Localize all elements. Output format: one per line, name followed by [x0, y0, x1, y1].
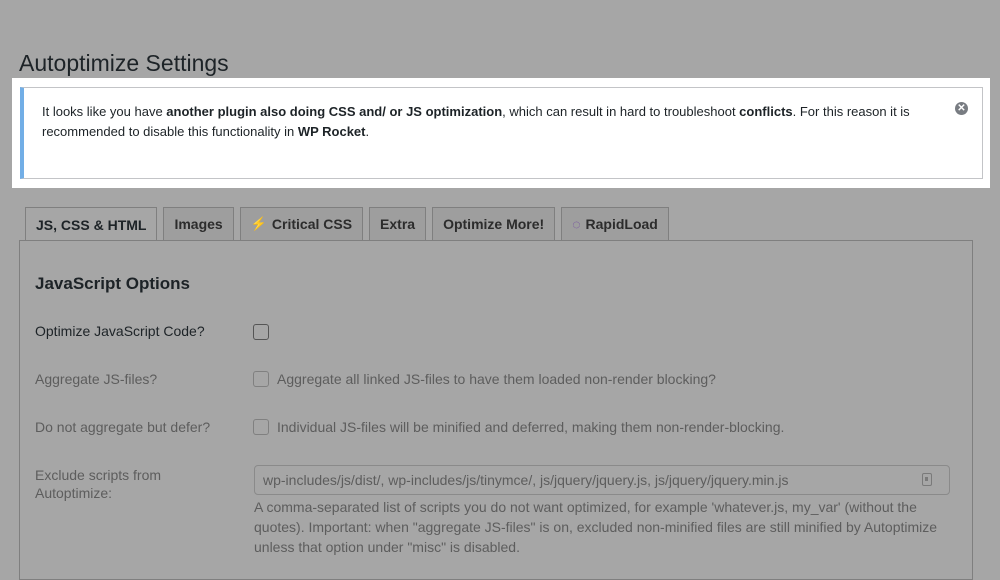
notice-emphasis-conflicts: conflicts: [739, 104, 793, 119]
aggregate-js-description: Aggregate all linked JS-files to have th…: [277, 371, 716, 387]
page-title: Autoptimize Settings: [19, 50, 229, 76]
aggregate-js-checkbox[interactable]: [253, 371, 269, 387]
defer-js-description: Individual JS-files will be minified and…: [277, 419, 785, 435]
tab-js-css-html[interactable]: JS, CSS & HTML: [25, 207, 158, 241]
close-icon[interactable]: ✕: [955, 102, 968, 115]
exclude-scripts-help: A comma-separated list of scripts you do…: [254, 499, 938, 555]
optimize-js-label: Optimize JavaScript Code?: [35, 323, 205, 339]
notice-message: It looks like you have another plugin al…: [42, 104, 910, 139]
settings-tabs: JS, CSS & HTML Images ⚡ Critical CSS Ext…: [25, 207, 675, 241]
tab-rapidload[interactable]: ◌ RapidLoad: [561, 207, 669, 240]
notice-emphasis-wp-rocket: WP Rocket: [297, 124, 366, 139]
tab-images[interactable]: Images: [163, 207, 234, 240]
conflict-notice: It looks like you have another plugin al…: [20, 87, 983, 179]
optimize-js-checkbox[interactable]: [253, 324, 269, 340]
defer-js-label: Do not aggregate but defer?: [35, 419, 211, 435]
tab-optimize-more[interactable]: Optimize More!: [432, 207, 556, 240]
password-manager-icon[interactable]: [922, 473, 932, 486]
exclude-scripts-input[interactable]: wp-includes/js/dist/, wp-includes/js/tin…: [254, 465, 950, 495]
tab-critical-css[interactable]: ⚡ Critical CSS: [239, 207, 364, 240]
aggregate-js-label: Aggregate JS-files?: [35, 371, 158, 387]
notice-highlight: It looks like you have another plugin al…: [12, 78, 990, 188]
section-heading: JavaScript Options: [35, 274, 190, 293]
tab-extra[interactable]: Extra: [369, 207, 427, 240]
defer-js-checkbox[interactable]: [253, 419, 269, 435]
rapidload-icon: ◌: [572, 216, 581, 232]
javascript-options-panel: JavaScript Options Optimize JavaScript C…: [19, 240, 973, 580]
exclude-scripts-label: Exclude scripts from Autoptimize:: [35, 467, 162, 501]
lightning-icon: ⚡: [250, 216, 267, 231]
notice-emphasis-plugin: another plugin also doing CSS and/ or JS…: [166, 104, 503, 119]
